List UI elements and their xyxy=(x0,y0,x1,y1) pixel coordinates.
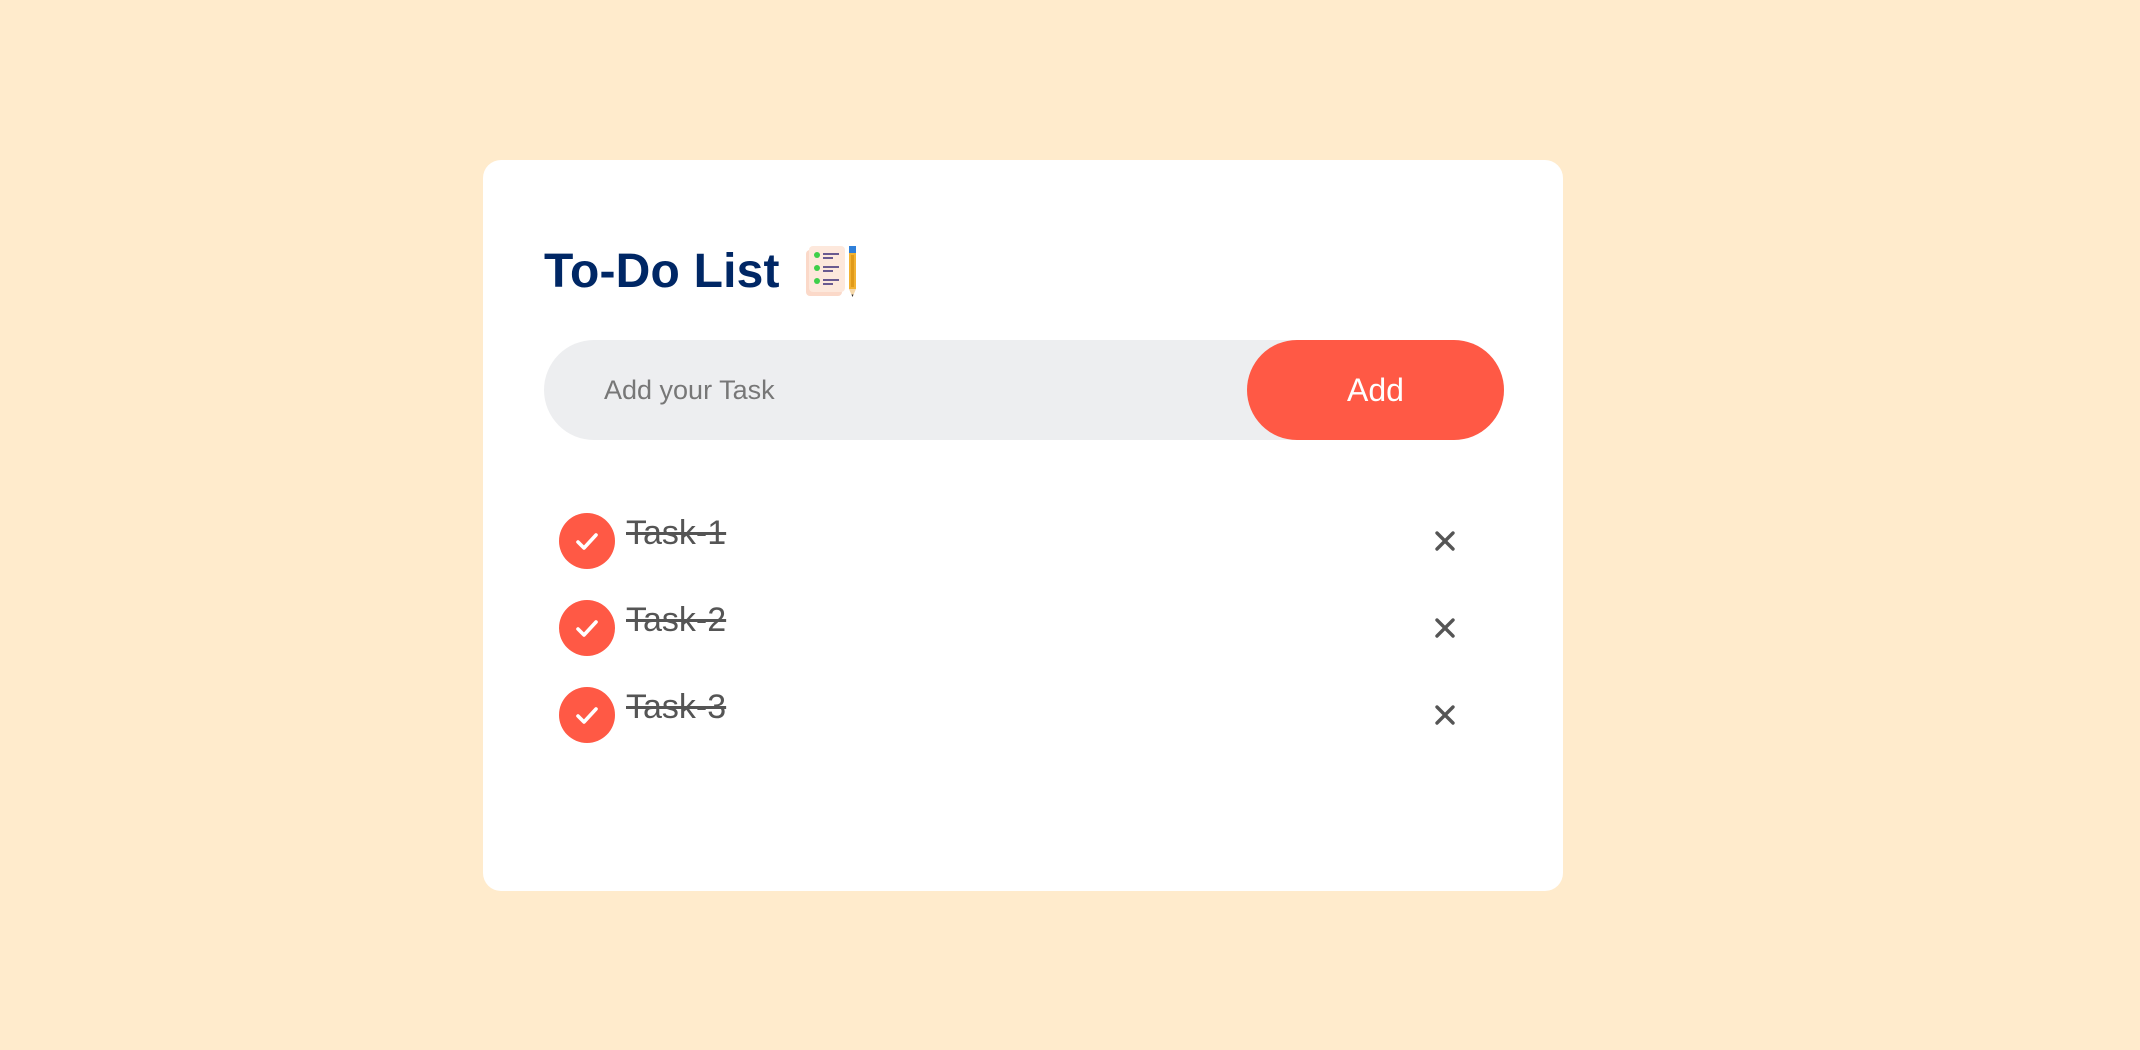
check-icon xyxy=(576,620,598,637)
task-label[interactable]: Task-1 xyxy=(626,513,726,553)
task-checkbox[interactable] xyxy=(559,513,615,569)
task-input[interactable] xyxy=(544,340,1244,440)
task-item[interactable]: Task-1 xyxy=(544,505,1504,592)
notepad-checklist-pencil-icon xyxy=(805,246,856,297)
task-item[interactable]: Task-3 xyxy=(544,679,1504,766)
delete-task-button[interactable] xyxy=(1430,700,1460,730)
delete-task-button[interactable] xyxy=(1430,613,1460,643)
close-icon xyxy=(1435,531,1455,551)
page-title: To-Do List xyxy=(544,245,780,298)
todo-card: To-Do List Add your Task Add Task-1 Task… xyxy=(483,160,1563,891)
close-icon xyxy=(1435,705,1455,725)
task-label[interactable]: Task-3 xyxy=(626,687,726,727)
task-item[interactable]: Task-2 xyxy=(544,592,1504,679)
task-label[interactable]: Task-2 xyxy=(626,600,726,640)
add-button[interactable]: Add xyxy=(1247,340,1504,440)
title-row: To-Do List xyxy=(544,240,860,304)
task-checkbox[interactable] xyxy=(559,600,615,656)
add-task-form: Add xyxy=(544,340,1504,440)
delete-task-button[interactable] xyxy=(1430,526,1460,556)
check-icon xyxy=(576,533,598,550)
task-checkbox[interactable] xyxy=(559,687,615,743)
check-icon xyxy=(576,707,598,724)
task-list: Task-1 Task-2 Task-3 xyxy=(544,505,1504,766)
close-icon xyxy=(1435,618,1455,638)
